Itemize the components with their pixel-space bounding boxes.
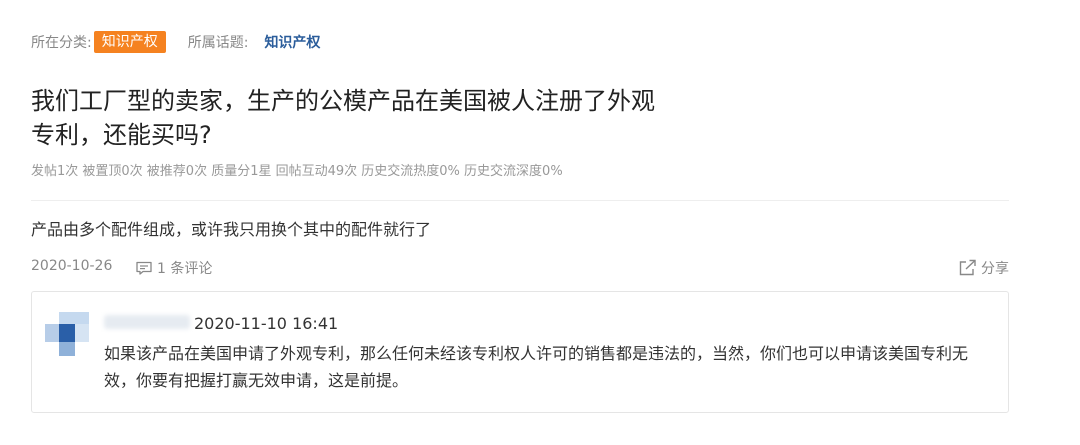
comment-count: 1 条评论 — [157, 261, 213, 277]
comments-link[interactable]: 1 条评论 — [135, 258, 212, 278]
post-title: 我们工厂型的卖家，生产的公模产品在美国被人注册了外观专利，还能买吗? — [31, 87, 655, 149]
post-date: 2020-10-26 — [31, 258, 113, 274]
share-label: 分享 — [981, 261, 1009, 277]
topic-link[interactable]: 知识产权 — [264, 32, 320, 52]
post-actions: 2020-10-26 1 条评论 分享 — [31, 256, 1009, 278]
post-meta: 所在分类: 知识产权 所属话题: 知识产权 — [31, 30, 320, 54]
category-label: 所在分类: — [31, 35, 92, 51]
share-button[interactable]: 分享 — [958, 258, 1009, 278]
comment-timestamp: 2020-11-10 16:41 — [194, 314, 339, 333]
comment-icon — [135, 260, 153, 276]
category-badge[interactable]: 知识产权 — [93, 31, 166, 53]
comment-item: 2020-11-10 16:41 如果该产品在美国申请了外观专利，那么任何未经该… — [31, 291, 1009, 413]
avatar[interactable] — [45, 312, 89, 356]
post-body: 产品由多个配件组成，或许我只用换个其中的配件就行了 — [31, 220, 432, 239]
share-icon — [958, 259, 978, 277]
topic-label: 所属话题: — [187, 35, 249, 51]
author-stats: 发帖1次 被置顶0次 被推荐0次 质量分1星 回帖互动49次 历史交流热度0% … — [31, 164, 563, 179]
comment-text: 如果该产品在美国申请了外观专利，那么任何未经该专利权人许可的销售都是违法的，当然… — [104, 344, 969, 390]
divider — [31, 200, 1009, 201]
username-redacted — [104, 315, 190, 329]
